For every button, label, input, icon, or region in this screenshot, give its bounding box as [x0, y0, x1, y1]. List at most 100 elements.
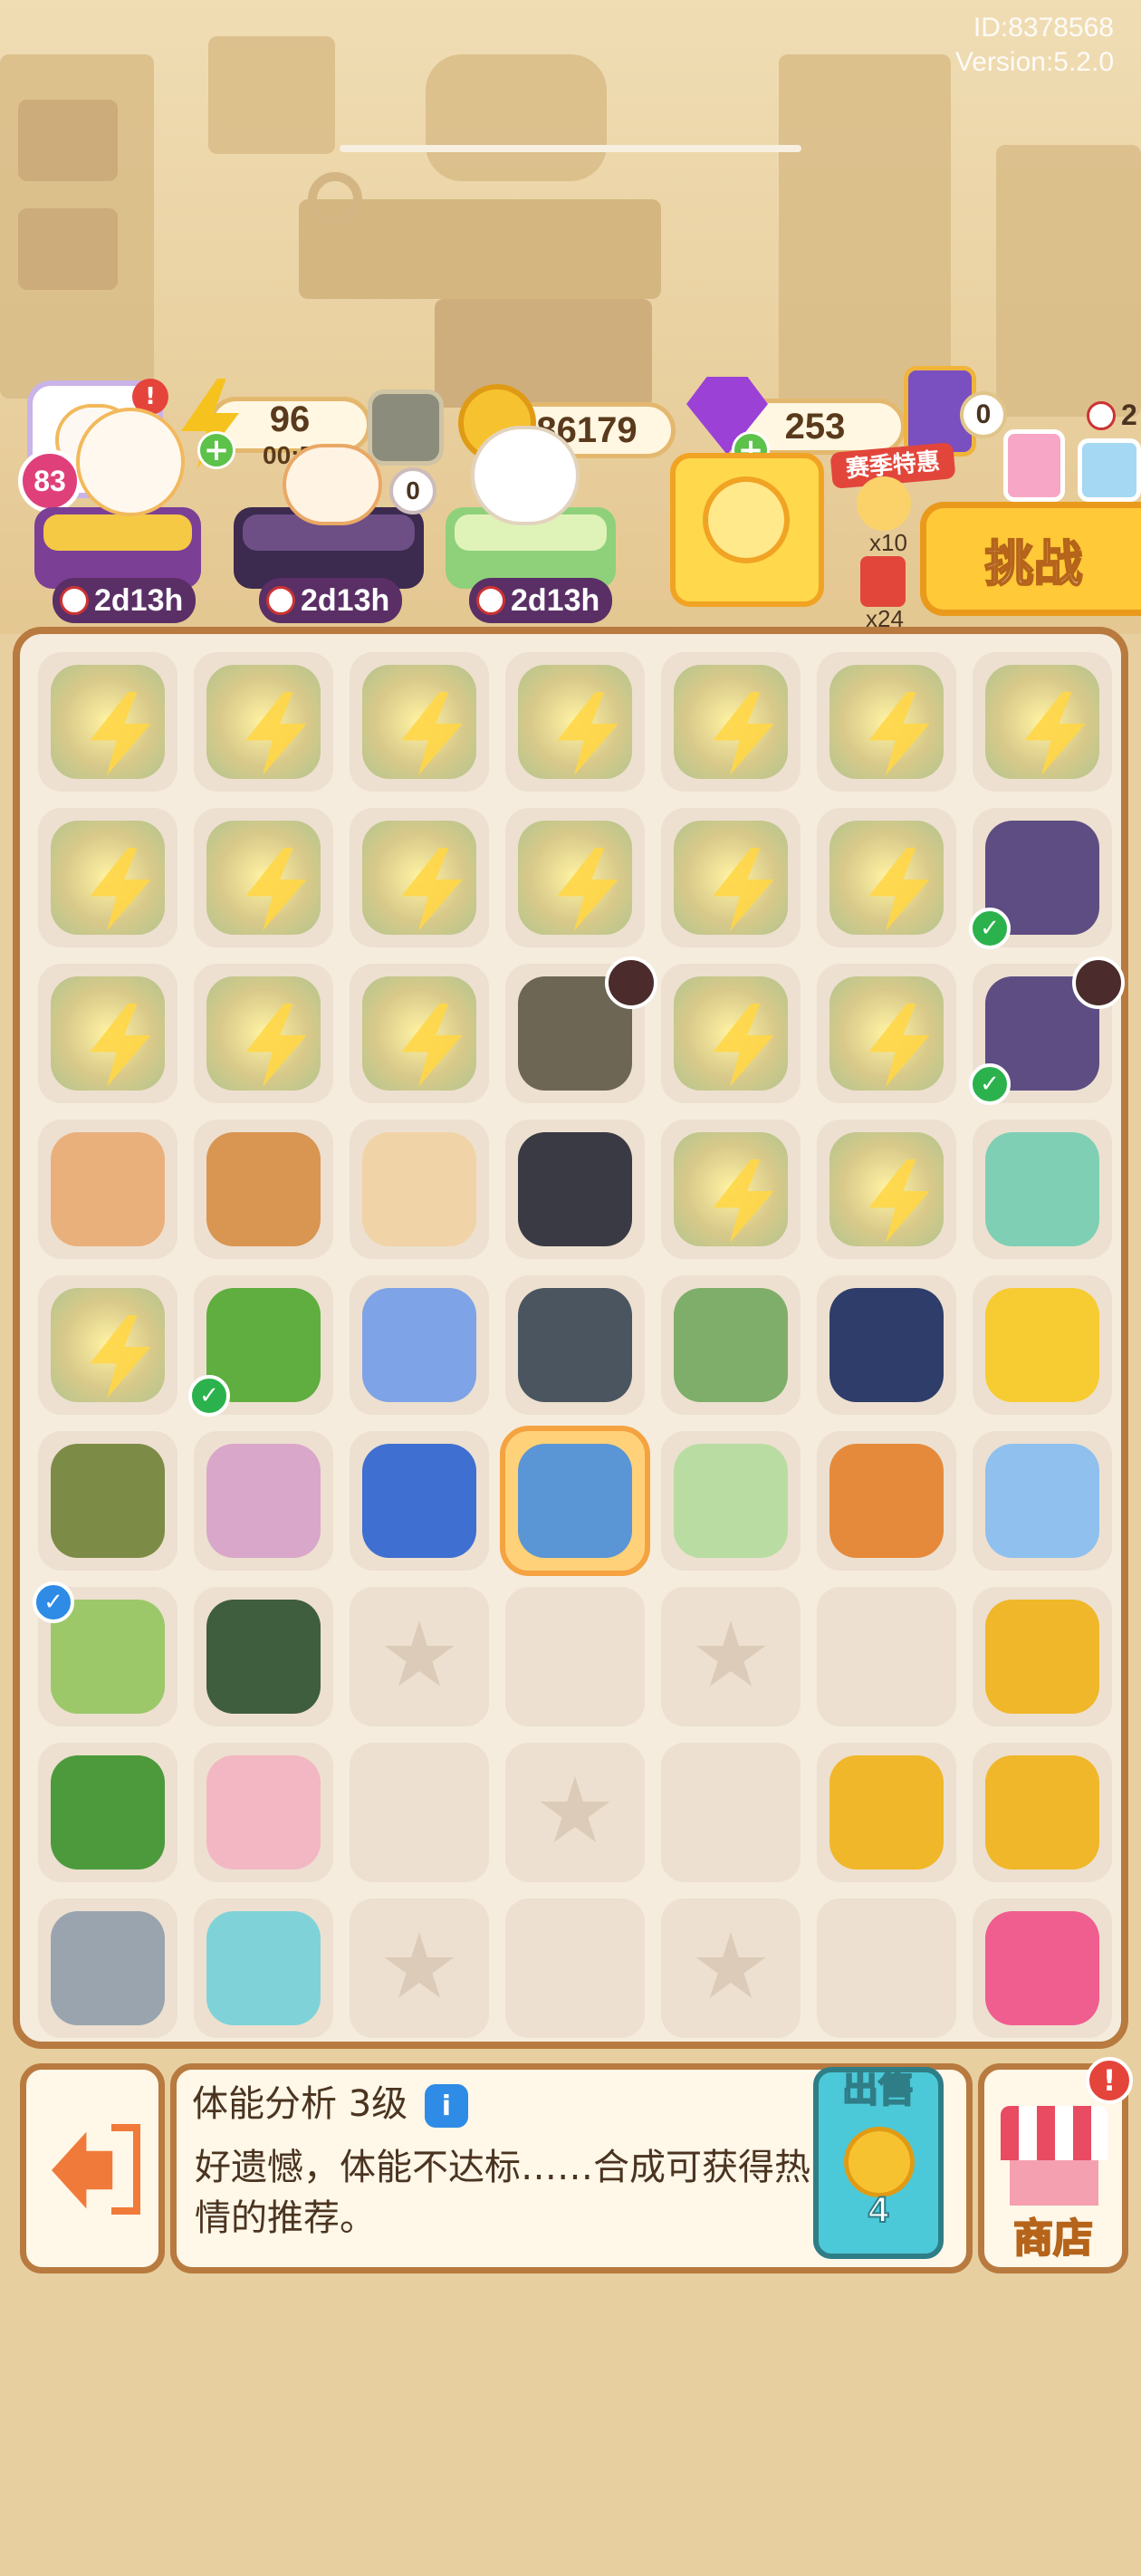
board-cell[interactable]	[661, 652, 801, 792]
board-cell[interactable]	[38, 964, 177, 1103]
board-cell[interactable]	[973, 1587, 1112, 1726]
item-title-text: 体能分析 3级	[192, 2083, 408, 2125]
empty-slot[interactable]	[505, 1743, 645, 1882]
coin-pile-icon	[985, 1755, 1099, 1870]
lightning-bolt-icon	[90, 1315, 151, 1399]
generator-shopping-cart-icon	[206, 976, 321, 1091]
board-cell[interactable]	[194, 652, 333, 792]
fitness-report-icon	[518, 1444, 632, 1558]
board-cell[interactable]	[817, 1120, 956, 1259]
energy-offer-card[interactable]	[670, 453, 824, 607]
board-cell[interactable]	[38, 1120, 177, 1259]
sport-gloves-icon	[206, 1600, 321, 1714]
empty-slot[interactable]	[661, 1898, 801, 2038]
event-card-blue[interactable]	[1078, 438, 1141, 502]
pet-sheep[interactable]	[471, 426, 580, 525]
empty-slot[interactable]	[505, 1587, 645, 1726]
board-cell[interactable]	[817, 964, 956, 1103]
board-cell[interactable]	[350, 1275, 489, 1415]
board-cell[interactable]	[817, 808, 956, 947]
ice-bucket-icon	[206, 1755, 321, 1870]
board-cell[interactable]	[817, 1275, 956, 1415]
board-cell[interactable]	[38, 1898, 177, 2038]
board-cell[interactable]	[38, 652, 177, 792]
lightning-bolt-icon	[1024, 692, 1086, 775]
lightning-bolt-icon	[868, 1004, 930, 1087]
info-icon[interactable]: i	[424, 2084, 468, 2128]
board-cell[interactable]	[38, 1275, 177, 1415]
board-cell[interactable]	[350, 808, 489, 947]
board-cell[interactable]	[973, 1431, 1112, 1571]
board-cell[interactable]	[505, 1275, 645, 1415]
lightning-bolt-icon	[713, 1159, 774, 1243]
board-cell[interactable]	[350, 1431, 489, 1571]
energy-locked-slot[interactable]	[368, 389, 444, 466]
generator-cash-icon	[362, 821, 476, 935]
drag-handle[interactable]	[340, 145, 801, 152]
board-cell[interactable]	[194, 1587, 333, 1726]
shop-awning-icon	[1001, 2106, 1107, 2160]
board-cell[interactable]	[194, 1898, 333, 2038]
board-cell[interactable]	[973, 1898, 1112, 2038]
sell-button[interactable]: 出售 4	[813, 2067, 944, 2259]
board-cell[interactable]	[661, 808, 801, 947]
board-cell[interactable]	[38, 1431, 177, 1571]
board-cell[interactable]	[500, 1426, 650, 1576]
board-cell[interactable]	[817, 1431, 956, 1571]
challenge-button[interactable]: 挑战	[920, 502, 1141, 616]
pet-hamster[interactable]	[283, 444, 382, 525]
exit-button[interactable]	[20, 2063, 165, 2273]
headphones-icon	[829, 1288, 944, 1402]
board-cell[interactable]	[350, 964, 489, 1103]
empty-slot[interactable]	[817, 1898, 956, 2038]
shop-button[interactable]: 商店 !	[978, 2057, 1133, 2273]
empty-slot[interactable]	[350, 1898, 489, 2038]
lightning-bolt-icon	[713, 1004, 774, 1087]
empty-slot[interactable]	[817, 1587, 956, 1726]
board-cell[interactable]	[350, 1120, 489, 1259]
check-icon: ✓	[969, 1063, 1011, 1105]
empty-slot[interactable]	[661, 1743, 801, 1882]
pet-timer-3: 2d13h	[469, 578, 613, 623]
board-cell[interactable]	[973, 1120, 1112, 1259]
board-cell[interactable]	[661, 964, 801, 1103]
event-card-pink[interactable]	[1003, 429, 1065, 502]
board-cell[interactable]	[661, 1431, 801, 1571]
board-cell[interactable]	[817, 652, 956, 792]
empty-slot[interactable]	[350, 1743, 489, 1882]
sell-price: 4	[868, 2189, 889, 2231]
board-cell[interactable]	[194, 1431, 333, 1571]
pet-station-1[interactable]	[34, 507, 201, 589]
pet-duck-1[interactable]	[76, 408, 185, 516]
board-cell[interactable]	[505, 1120, 645, 1259]
generator-cup-icon	[674, 976, 788, 1091]
empty-slot[interactable]	[350, 1587, 489, 1726]
board-cell[interactable]	[194, 1743, 333, 1882]
add-energy-plus-icon[interactable]: +	[197, 431, 235, 469]
board-cell[interactable]	[194, 964, 333, 1103]
board-cell[interactable]	[505, 652, 645, 792]
generator-phone-icon	[829, 821, 944, 935]
empty-slot[interactable]	[505, 1898, 645, 2038]
clock-icon	[1072, 956, 1125, 1009]
item-info-title: 体能分析 3级 i	[192, 2074, 468, 2128]
shop-label: 商店	[1012, 2215, 1094, 2263]
board-cell[interactable]	[973, 1743, 1112, 1882]
board-cell[interactable]	[817, 1743, 956, 1882]
board-cell[interactable]	[505, 808, 645, 947]
board-cell[interactable]	[194, 1120, 333, 1259]
board-cell[interactable]	[350, 652, 489, 792]
empty-slot[interactable]	[661, 1587, 801, 1726]
generator-robot-vacuum-icon	[985, 665, 1099, 779]
snack-bag-icon	[985, 1444, 1099, 1558]
board-cell[interactable]	[38, 808, 177, 947]
board-cell[interactable]	[38, 1743, 177, 1882]
board-cell[interactable]	[973, 1275, 1112, 1415]
lightning-bolt-icon	[868, 692, 930, 775]
board-cell[interactable]	[973, 652, 1112, 792]
board-cell[interactable]	[194, 808, 333, 947]
board-cell[interactable]	[661, 1275, 801, 1415]
generator-sofa-icon	[518, 665, 632, 779]
board-cell[interactable]	[661, 1120, 801, 1259]
generator-flower-basket-icon	[674, 1132, 788, 1246]
